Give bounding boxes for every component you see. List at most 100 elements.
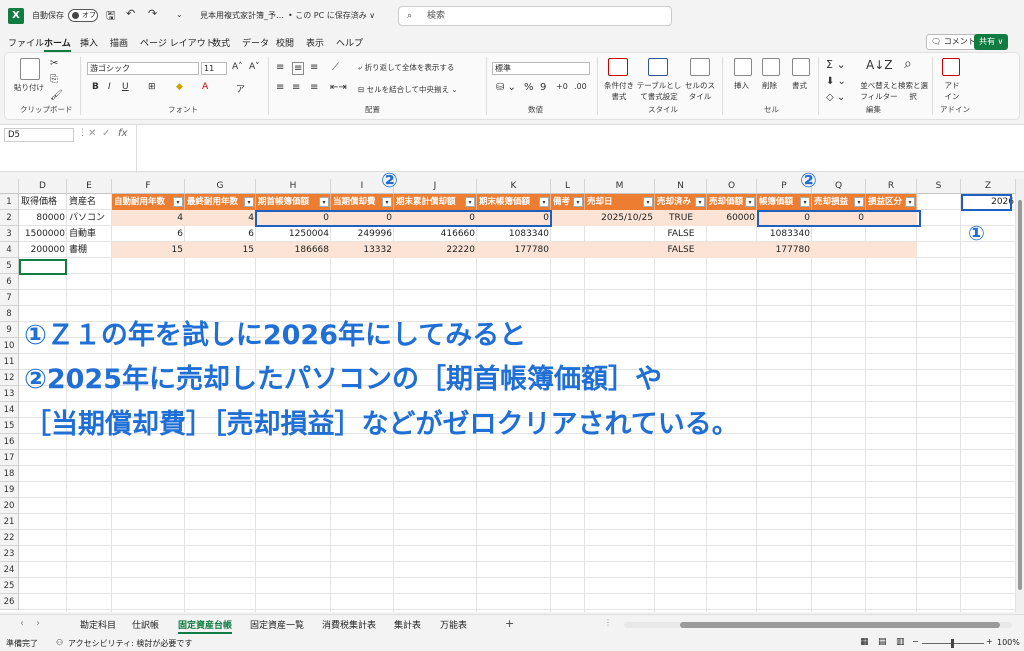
zoom-slider-thumb[interactable] [951, 639, 954, 648]
accessibility-status[interactable]: アクセシビリティ: 検討が必要です [68, 638, 192, 649]
column-header-q[interactable]: Q [812, 179, 866, 194]
insert-function-icon[interactable]: fx [118, 128, 127, 139]
row-header-15[interactable]: 15 [0, 418, 19, 434]
autosave-toggle[interactable]: オフ [68, 9, 98, 22]
paste-button[interactable]: 貼り付け [14, 82, 44, 93]
format-cells-icon[interactable] [792, 58, 810, 76]
align-top-icon[interactable]: ≡ [276, 62, 284, 73]
column-header-z[interactable]: Z [961, 179, 1016, 194]
row-header-23[interactable]: 23 [0, 546, 19, 562]
cell-q3[interactable] [812, 226, 866, 242]
table-header-n[interactable]: 売却済み ▾ [655, 194, 707, 210]
row-header-6[interactable]: 6 [0, 274, 19, 290]
zoom-out-icon[interactable]: − [912, 637, 919, 646]
row-header-5[interactable]: 5 [0, 258, 19, 274]
bold-icon[interactable]: B [92, 82, 99, 92]
cell-e4[interactable]: 書棚 [67, 242, 112, 258]
enter-icon[interactable]: ✓ [102, 128, 110, 139]
filter-dropdown-icon[interactable]: ▾ [695, 197, 705, 207]
filter-dropdown-icon[interactable]: ▾ [382, 197, 392, 207]
comment-button[interactable]: 🗨 コメント [926, 34, 981, 50]
filter-dropdown-icon[interactable]: ▾ [745, 197, 755, 207]
row-header-17[interactable]: 17 [0, 450, 19, 466]
table-header-p[interactable]: 帳簿価額 ▾ [757, 194, 812, 210]
cell-f3[interactable]: 6 [112, 226, 185, 242]
vertical-scroll-thumb[interactable] [1018, 200, 1022, 590]
underline-icon[interactable]: U [122, 82, 129, 92]
cell-o2[interactable]: 60000 [707, 210, 757, 226]
cell-d2[interactable]: 80000 [19, 210, 67, 226]
cell-n2[interactable]: TRUE [655, 210, 707, 226]
row-header-25[interactable]: 25 [0, 578, 19, 594]
insert-cells-button[interactable]: 挿入 [734, 80, 749, 91]
cell-m3[interactable] [585, 226, 655, 242]
column-header-e[interactable]: E [67, 179, 112, 194]
table-header-k[interactable]: 期末帳簿価額 ▾ [477, 194, 551, 210]
active-cell-d5[interactable] [19, 259, 67, 275]
sheet-tab-summary[interactable]: 集計表 [394, 618, 421, 631]
paste-icon[interactable] [20, 58, 40, 80]
find-select-icon[interactable]: ⌕ [904, 56, 912, 72]
tab-split-icon[interactable]: ⋮ [604, 618, 612, 627]
cell-l4[interactable] [551, 242, 585, 258]
cell-l2[interactable] [551, 210, 585, 226]
delete-cells-icon[interactable] [762, 58, 780, 76]
page-layout-view-icon[interactable]: ▤ [878, 637, 887, 647]
customize-qat-icon[interactable]: ⌄ [176, 10, 183, 19]
filter-dropdown-icon[interactable]: ▾ [319, 197, 329, 207]
table-header-h[interactable]: 期首帳簿価額 ▾ [256, 194, 331, 210]
sheet-tab-tax-summary[interactable]: 消費税集計表 [322, 618, 376, 631]
font-grow-icon[interactable]: A˄ [232, 62, 243, 72]
sheet-tab-all-purpose[interactable]: 万能表 [440, 618, 467, 631]
cell-e2[interactable]: パソコン [67, 210, 112, 226]
percent-icon[interactable]: % [524, 82, 534, 93]
cell-r3[interactable] [866, 226, 917, 242]
table-header-i[interactable]: 当期償却費 ▾ [331, 194, 394, 210]
cell-styles-button[interactable]: セルのスタイル [684, 80, 716, 102]
sort-filter-icon[interactable]: A↓Z [866, 58, 892, 72]
indent-icon[interactable]: ⇤⇥ [330, 82, 347, 93]
column-header-m[interactable]: M [585, 179, 655, 194]
insert-cells-icon[interactable] [734, 58, 752, 76]
filter-dropdown-icon[interactable]: ▾ [800, 197, 810, 207]
border-icon[interactable]: ⊞ [148, 82, 156, 92]
row-header-16[interactable]: 16 [0, 434, 19, 450]
zoom-in-icon[interactable]: + [986, 637, 993, 646]
cell-d3[interactable]: 1500000 [19, 226, 67, 242]
row-header-11[interactable]: 11 [0, 354, 19, 370]
align-center-icon[interactable]: ≡ [292, 82, 300, 93]
addins-icon[interactable] [942, 58, 960, 76]
name-box-menu-icon[interactable]: ⋮ [78, 128, 87, 138]
formula-input[interactable] [136, 125, 1024, 173]
select-all-corner[interactable] [0, 179, 19, 194]
undo-icon[interactable]: ↶ [126, 7, 135, 20]
row-header-12[interactable]: 12 [0, 370, 19, 386]
autosum-icon[interactable]: Σ ⌄ [826, 58, 846, 71]
name-box[interactable]: D5 [4, 128, 74, 142]
decrease-decimal-icon[interactable]: .00 [574, 82, 587, 91]
tab-page-layout[interactable]: ページ レイアウト [140, 36, 215, 49]
cell-i4[interactable]: 13332 [331, 242, 394, 258]
row-header-1[interactable]: 1 [0, 194, 19, 210]
cell-f4[interactable]: 15 [112, 242, 185, 258]
addins-button[interactable]: アドイン [944, 80, 960, 102]
next-sheet-icon[interactable]: › [36, 618, 40, 629]
add-sheet-icon[interactable]: + [505, 617, 514, 630]
cell-n4[interactable]: FALSE [655, 242, 707, 258]
delete-cells-button[interactable]: 削除 [762, 80, 777, 91]
share-button[interactable]: 共有 ∨ [974, 34, 1009, 50]
format-painter-icon[interactable]: 🖌 [50, 90, 63, 101]
filter-dropdown-icon[interactable]: ▾ [905, 197, 915, 207]
font-size-select[interactable]: 11 [201, 62, 227, 75]
cut-icon[interactable]: ✂ [50, 58, 58, 69]
conditional-format-button[interactable]: 条件付き書式 [602, 80, 636, 102]
table-header-r[interactable]: 損益区分 ▾ [866, 194, 917, 210]
conditional-format-icon[interactable] [608, 58, 628, 76]
row-header-19[interactable]: 19 [0, 482, 19, 498]
phonetic-icon[interactable]: ア [236, 82, 245, 95]
row-header-9[interactable]: 9 [0, 322, 19, 338]
increase-decimal-icon[interactable]: +0 [556, 82, 568, 91]
column-header-d[interactable]: D [19, 179, 67, 194]
fill-color-icon[interactable]: ◆ [176, 82, 183, 92]
tab-file[interactable]: ファイル [8, 36, 44, 49]
